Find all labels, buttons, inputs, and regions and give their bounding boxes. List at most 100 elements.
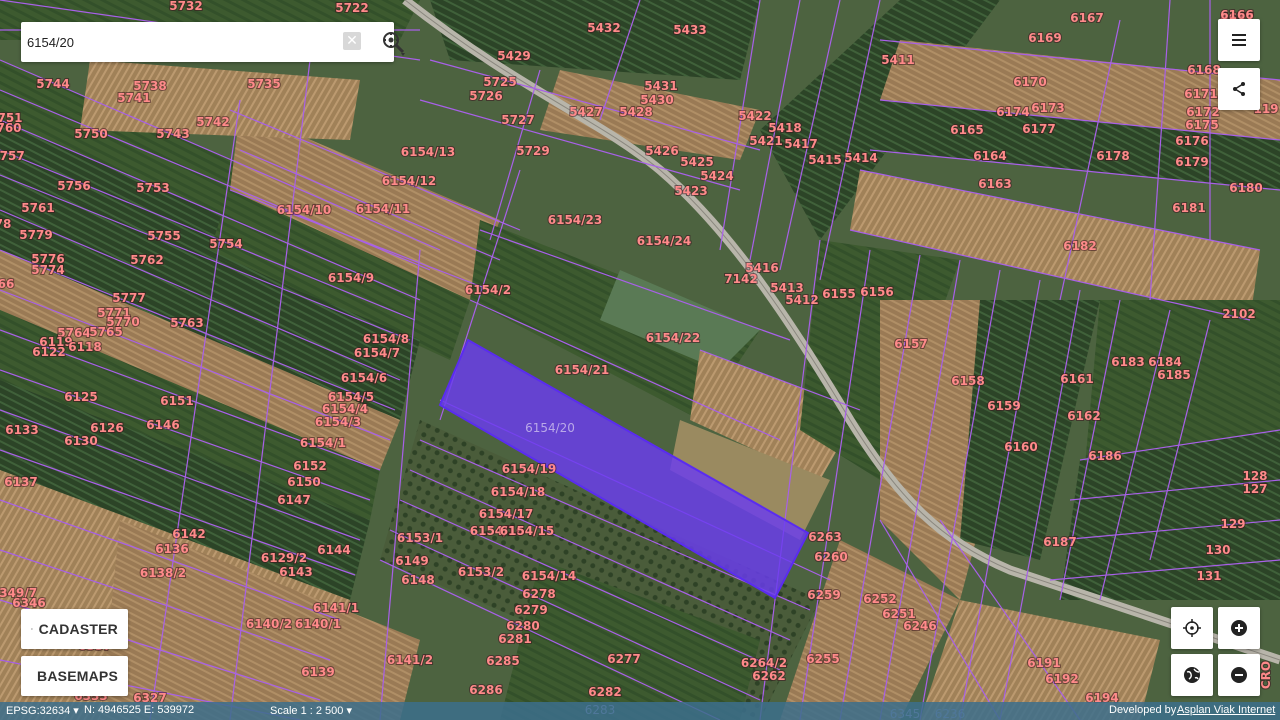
parcel-label: 5426 (645, 144, 678, 158)
parcel-label: 6138/2 (140, 566, 186, 580)
parcel-label: 6141/1 (313, 601, 359, 615)
parcel-label: 6161 (1060, 372, 1093, 386)
parcel-label: 6126 (90, 421, 123, 435)
parcel-label: 6179 (1175, 155, 1208, 169)
parcel-label: 5429 (497, 49, 530, 63)
parcel-label: 6260 (814, 550, 847, 564)
parcel-label: 6154/15 (500, 524, 554, 538)
parcel-label: 6141/2 (387, 653, 433, 667)
parcel-label: 6281 (498, 632, 531, 646)
parcel-label: 6154/8 (363, 332, 409, 346)
parcel-label: 6140/2 (246, 617, 292, 631)
parcel-label: 5433 (673, 23, 706, 37)
epsg-selector[interactable]: EPSG:32634 ▾ (6, 704, 79, 717)
coordinate-readout: N: 4946525 E: 539972 (84, 704, 195, 716)
parcel-label: 6122 (32, 345, 65, 359)
parcel-label: 5765 (89, 325, 122, 339)
parcel-label: 6170 (1013, 75, 1046, 89)
parcel-label: 6133 (5, 423, 38, 437)
parcel-label: 760 (0, 121, 22, 135)
menu-button[interactable] (1218, 19, 1260, 61)
parcel-label: 6177 (1022, 122, 1055, 136)
parcel-label: 6154/24 (637, 234, 691, 248)
parcel-label: 6185 (1157, 368, 1190, 382)
globe-button[interactable] (1171, 654, 1213, 696)
search-settings-icon[interactable] (379, 28, 407, 56)
parcel-label: 6154/21 (555, 363, 609, 377)
cadaster-button[interactable]: CADASTER (21, 609, 128, 649)
parcel-label: 6180 (1229, 181, 1262, 195)
parcel-label: 6154/9 (328, 271, 374, 285)
developer-link[interactable]: Asplan Viak Internet (1177, 704, 1275, 716)
parcel-label: 5431 (644, 79, 677, 93)
parcel-label: 5756 (57, 179, 90, 193)
parcel-label: 6154/20 (525, 421, 575, 435)
cadastral-map[interactable]: 5732 57225432 54336167 46576169542957255726… (0, 0, 1280, 720)
parcel-label: 6147 (277, 493, 310, 507)
zoom-out-button[interactable] (1218, 654, 1260, 696)
parcel-label: 5424 (700, 169, 733, 183)
parcel-label: 6157 (894, 337, 927, 351)
parcel-label: 130 (1205, 543, 1230, 557)
search-box: ✕ (21, 22, 405, 62)
parcel-label: 6154/6 (341, 371, 387, 385)
parcel-label: 6191 (1027, 656, 1060, 670)
locate-button[interactable] (1171, 607, 1213, 649)
parcel-label: 5722 (335, 1, 368, 15)
parcel-label: 5425 (680, 155, 713, 169)
parcel-label: CRO (1259, 661, 1273, 689)
parcel-label: 6154/11 (356, 202, 410, 216)
parcel-label: 6139 (301, 665, 334, 679)
parcel-label: 6262 (752, 669, 785, 683)
parcel-label: 131 (1196, 569, 1221, 583)
zoom-in-button[interactable] (1218, 607, 1260, 649)
parcel-label: 6154/12 (382, 174, 436, 188)
share-button[interactable] (1218, 68, 1260, 110)
parcel-label: 6159 (987, 399, 1020, 413)
parcel-label: 5421 (749, 134, 782, 148)
parcel-label: 6263 (808, 530, 841, 544)
parcel-label: 6144 (317, 543, 350, 557)
parcel-label: 5741 (117, 91, 150, 105)
parcel-label: 6282 (588, 685, 621, 699)
parcel-label: 6154/10 (277, 203, 331, 217)
parcel-label: 6176 (1175, 134, 1208, 148)
parcel-label: 5757 (0, 149, 25, 163)
parcel-label: 5762 (130, 253, 163, 267)
parcel-label: 6154/7 (354, 346, 400, 360)
parcel-label: 5412 (785, 293, 818, 307)
parcel-label: 6279 (514, 603, 547, 617)
parcel-label: 5744 (36, 77, 69, 91)
parcel-label: 6252 (863, 592, 896, 606)
parcel-label: 6155 (822, 287, 855, 301)
parcel-label: 5755 (147, 229, 180, 243)
parcel-label: 5428 (619, 105, 652, 119)
search-input[interactable] (27, 28, 317, 56)
parcel-label: 5726 (469, 89, 502, 103)
clear-icon[interactable]: ✕ (343, 32, 361, 50)
parcel-label: 5727 (501, 113, 534, 127)
parcel-label: 128 (1242, 469, 1267, 483)
parcel-label: 6154/14 (522, 569, 576, 583)
parcel-label: 5423 (674, 184, 707, 198)
parcel-label: 6164 (973, 149, 1006, 163)
zoom-out-icon (1231, 667, 1247, 683)
parcel-label: 5422 (738, 109, 771, 123)
parcel-label: 6154/13 (401, 145, 455, 159)
basemaps-button[interactable]: BASEMAPS (21, 656, 128, 696)
parcel-label: 6280 (506, 619, 539, 633)
parcel-label: 6129/2 (261, 551, 307, 565)
parcel-label: 5777 (112, 291, 145, 305)
parcel-label: 2102 (1222, 307, 1255, 321)
parcel-label: 5725 (483, 75, 516, 89)
parcel-label: 5427 (569, 105, 602, 119)
map-icon (31, 628, 33, 630)
scale-selector[interactable]: Scale 1 : 2 500 ▾ (270, 704, 352, 717)
parcel-label: 5761 (21, 201, 54, 215)
globe-icon (1184, 667, 1200, 683)
parcel-label: 5750 (74, 127, 107, 141)
parcel-label: 6154/4 (322, 402, 368, 416)
cadaster-label: CADASTER (38, 621, 118, 637)
parcel-label: 6255 (806, 652, 839, 666)
parcel-label: 6162 (1067, 409, 1100, 423)
